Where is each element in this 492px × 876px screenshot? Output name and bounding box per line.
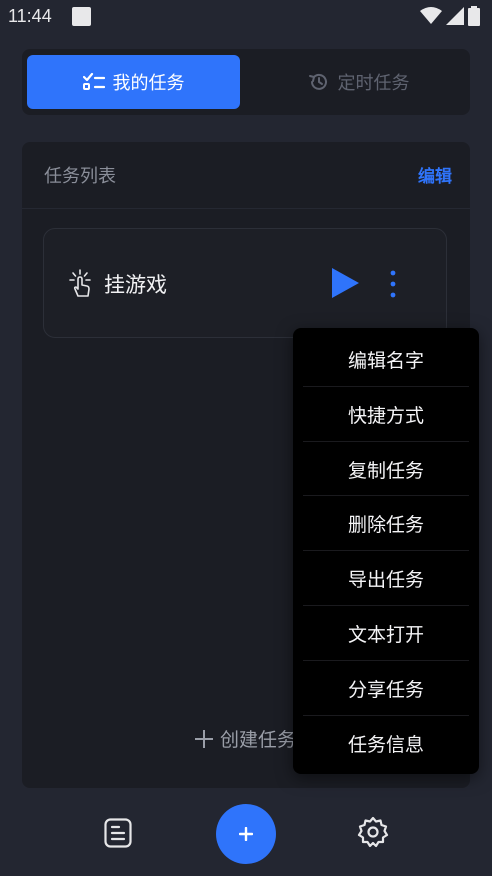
task-tabs: 我的任务 定时任务 xyxy=(22,49,470,115)
menu-item-delete[interactable]: 删除任务 xyxy=(303,496,469,550)
menu-item-share[interactable]: 分享任务 xyxy=(303,661,469,715)
status-time: 11:44 xyxy=(8,6,52,26)
divider xyxy=(22,208,470,209)
wifi-icon xyxy=(420,7,442,24)
edit-button[interactable]: 编辑 xyxy=(418,162,452,187)
create-task-button[interactable]: 创建任务 xyxy=(194,725,296,752)
tab-scheduled-tasks-label: 定时任务 xyxy=(337,73,410,94)
plus-icon xyxy=(239,827,253,841)
task-context-menu: 编辑名字 快捷方式 复制任务 删除任务 导出任务 文本打开 分享任务 任务信息 xyxy=(293,328,479,774)
bottom-nav xyxy=(0,800,492,876)
task-card[interactable]: 挂游戏 xyxy=(43,228,447,338)
create-task-label: 创建任务 xyxy=(220,729,297,751)
menu-item-info[interactable]: 任务信息 xyxy=(303,716,469,770)
battery-icon xyxy=(468,6,480,26)
tap-hand-icon xyxy=(69,269,91,297)
menu-item-export[interactable]: 导出任务 xyxy=(303,551,469,605)
clock-history-icon xyxy=(308,73,327,90)
task-name: 挂游戏 xyxy=(104,273,167,297)
status-icons xyxy=(420,6,480,26)
tab-my-tasks-label: 我的任务 xyxy=(112,73,185,94)
menu-item-rename[interactable]: 编辑名字 xyxy=(303,332,469,386)
menu-item-open-text[interactable]: 文本打开 xyxy=(303,606,469,660)
checklist-icon xyxy=(82,72,105,90)
more-vert-icon[interactable] xyxy=(384,269,402,299)
menu-item-copy[interactable]: 复制任务 xyxy=(303,442,469,496)
document-icon[interactable] xyxy=(104,818,132,848)
play-button[interactable] xyxy=(329,267,361,299)
tab-my-tasks[interactable]: 我的任务 xyxy=(27,55,240,109)
tab-scheduled-tasks[interactable]: 定时任务 xyxy=(252,55,465,109)
status-bar: 11:44 xyxy=(0,0,492,34)
plus-icon xyxy=(195,729,213,748)
gear-icon[interactable] xyxy=(357,816,389,848)
add-task-fab[interactable] xyxy=(216,804,276,864)
panel-title: 任务列表 xyxy=(44,166,116,187)
signal-icon xyxy=(446,7,464,25)
menu-item-shortcut[interactable]: 快捷方式 xyxy=(303,387,469,441)
notification-icon xyxy=(72,7,91,26)
